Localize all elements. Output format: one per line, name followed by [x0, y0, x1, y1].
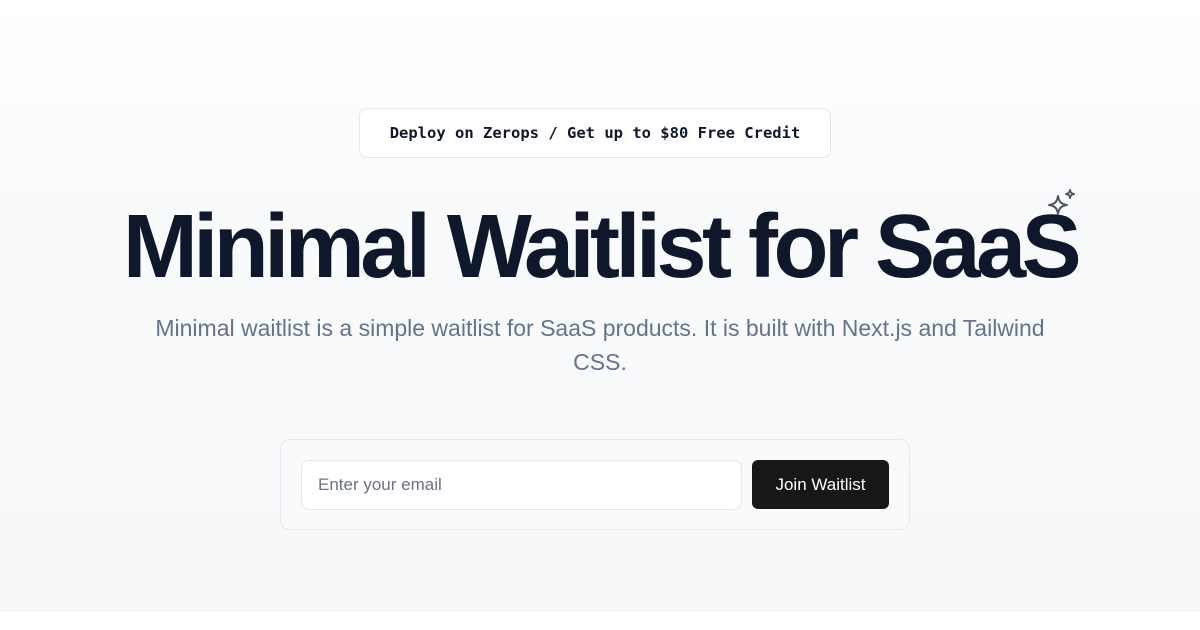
join-waitlist-button[interactable]: Join Waitlist — [752, 460, 889, 509]
page-subtitle: Minimal waitlist is a simple waitlist fo… — [155, 315, 1045, 375]
email-input[interactable] — [301, 460, 742, 510]
page-title: Minimal Waitlist for SaaS — [122, 197, 1082, 297]
zerops-promo-badge[interactable]: Deploy on Zerops / Get up to $80 Free Cr… — [359, 108, 831, 158]
sparkles-icon — [1044, 187, 1078, 221]
